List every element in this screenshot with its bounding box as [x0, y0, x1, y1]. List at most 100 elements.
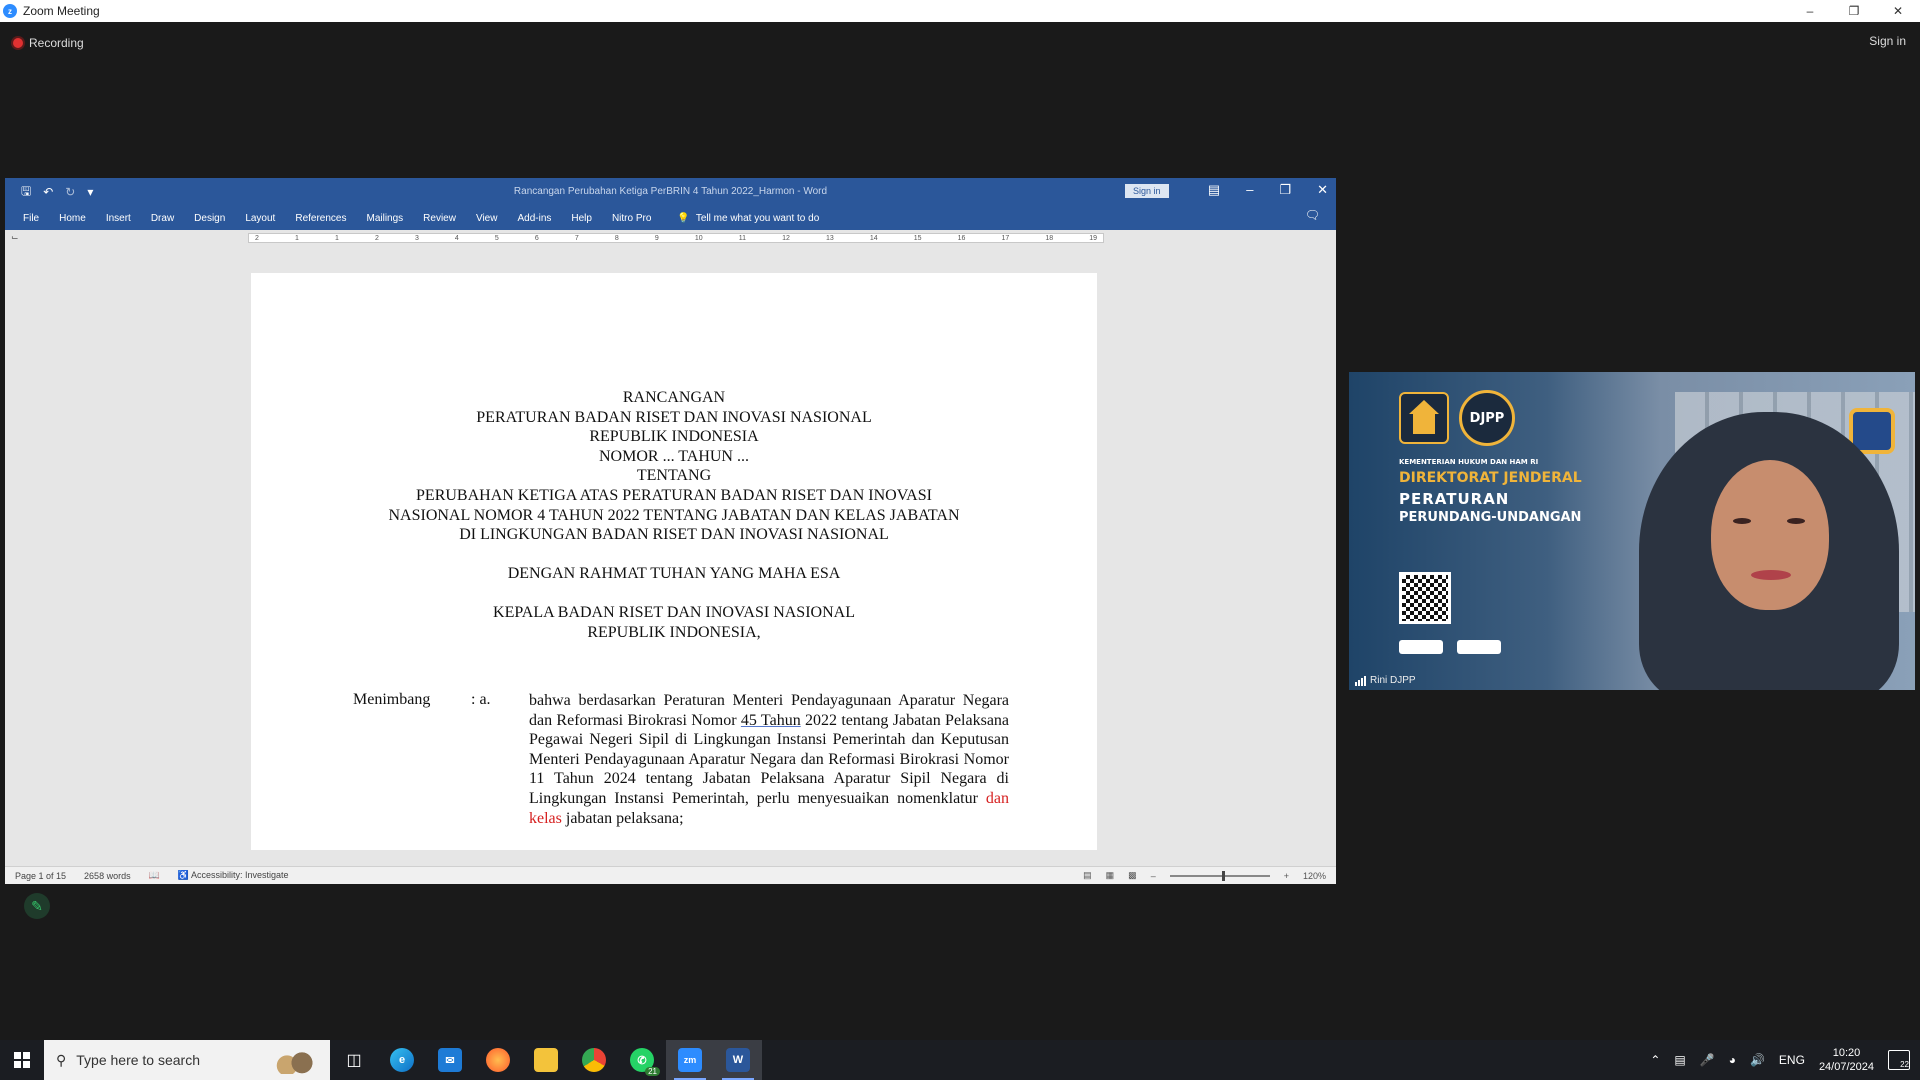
berakhlak-logo-icon — [1399, 640, 1443, 654]
taskbar-mail[interactable]: ✉ — [426, 1040, 474, 1080]
show-hidden-icons-icon[interactable]: ⌃ — [1650, 1053, 1660, 1067]
zoom-logo-icon: z — [3, 4, 17, 18]
taskbar-file-explorer[interactable] — [522, 1040, 570, 1080]
ruler-mark: 11 — [738, 235, 746, 242]
underlined-text: 45 Tahun — [740, 711, 801, 729]
zoom-level[interactable]: 120% — [1303, 871, 1326, 881]
horizontal-ruler[interactable]: 2 1 1 2 3 4 5 6 7 8 9 10 11 12 13 14 15 16 17 18 19 — [248, 233, 1104, 243]
search-highlight-image — [272, 1046, 322, 1074]
taskbar-whatsapp[interactable]: ✆ 21 — [618, 1040, 666, 1080]
restore-button[interactable]: ❐ — [1832, 0, 1876, 22]
heading-line: TENTANG — [636, 467, 712, 485]
print-layout-icon[interactable]: ▦ — [1106, 870, 1115, 881]
system-tray: ⌃ ▤ 🎤 ◕ 🔊 ENG 10:20 24/07/2024 22 — [1650, 1040, 1920, 1080]
proofing-icon[interactable]: 📖 — [149, 870, 160, 881]
task-view-button[interactable]: ◫ — [330, 1040, 378, 1080]
heading-line: PERATURAN BADAN RISET DAN INOVASI NASION… — [476, 408, 872, 426]
zoom-sign-in-link[interactable]: Sign in — [1869, 34, 1906, 48]
language-indicator[interactable]: ENG — [1779, 1053, 1805, 1067]
tab-references[interactable]: References — [295, 213, 346, 224]
head-block: KEPALA BADAN RISET DAN INOVASI NASIONAL … — [251, 603, 1097, 642]
accessibility-status[interactable]: ♿ Accessibility: Investigate — [178, 870, 289, 881]
zoom-in-icon[interactable]: + — [1284, 871, 1289, 881]
taskbar-search[interactable]: ⚲ Type here to search — [44, 1040, 330, 1080]
org-line-2: PERATURAN — [1399, 490, 1510, 508]
menimbang-label: Menimbang — [353, 691, 431, 708]
network-icon[interactable]: ◕ — [1729, 1053, 1736, 1067]
clock-date: 24/07/2024 — [1818, 1061, 1874, 1073]
ruler-mark: 16 — [957, 235, 966, 242]
comments-icon[interactable]: 🗨 — [1305, 208, 1320, 222]
tab-file[interactable]: File — [23, 213, 39, 224]
tab-selector-icon[interactable]: ⌙ — [11, 232, 19, 243]
tab-mailings[interactable]: Mailings — [366, 213, 403, 224]
tab-nitro-pro[interactable]: Nitro Pro — [612, 213, 651, 224]
tab-add-ins[interactable]: Add-ins — [517, 213, 551, 224]
minimize-button[interactable]: – — [1788, 0, 1832, 22]
heading-line: NOMOR ... TAHUN ... — [599, 447, 749, 465]
volume-icon[interactable]: 🔊 — [1750, 1053, 1765, 1067]
ministry-logo-icon — [1399, 392, 1449, 444]
tab-review[interactable]: Review — [423, 213, 456, 224]
word-icon: W — [726, 1048, 750, 1072]
ruler-mark: 13 — [825, 235, 834, 242]
task-view-icon: ◫ — [346, 1052, 362, 1069]
qr-code-icon — [1399, 572, 1451, 624]
ruler-mark: 12 — [782, 235, 790, 242]
tab-help[interactable]: Help — [571, 213, 592, 224]
taskbar-word[interactable]: W — [714, 1040, 762, 1080]
participant-video-tile[interactable]: DJPP KEMENTERIAN HUKUM DAN HAM RI DIREKT… — [1349, 372, 1915, 690]
taskbar-edge[interactable]: e — [378, 1040, 426, 1080]
word-close-button[interactable]: ✕ — [1317, 182, 1328, 198]
windows-taskbar: ⚲ Type here to search ◫ e ✉ ✆ 21 zm W ⌃ … — [0, 1040, 1920, 1080]
notification-count: 22 — [1900, 1060, 1909, 1069]
zoom-titlebar: z Zoom Meeting – ❐ ✕ — [0, 0, 1920, 22]
notification-center-icon[interactable]: 22 — [1888, 1050, 1910, 1070]
org-line-3: PERUNDANG-UNDANGAN — [1399, 510, 1582, 525]
tab-view[interactable]: View — [476, 213, 498, 224]
tab-insert[interactable]: Insert — [106, 213, 131, 224]
word-restore-button[interactable]: ❐ — [1279, 182, 1291, 198]
firefox-icon — [486, 1048, 510, 1072]
recording-indicator[interactable]: Recording — [13, 36, 84, 50]
word-minimize-button[interactable]: – — [1246, 182, 1253, 198]
tab-layout[interactable]: Layout — [245, 213, 275, 224]
document-page[interactable]: RANCANGAN PERATURAN BADAN RISET DAN INOVA… — [251, 273, 1097, 850]
annotate-pen-icon[interactable]: ✎ — [24, 893, 50, 919]
window-title: Zoom Meeting — [23, 4, 100, 18]
tab-home[interactable]: Home — [59, 213, 86, 224]
tell-me-search[interactable]: 💡 Tell me what you want to do — [677, 213, 819, 224]
paragraph-text: jabatan pelaksana; — [561, 809, 684, 827]
record-dot-icon — [13, 38, 23, 48]
taskbar-zoom[interactable]: zm — [666, 1040, 714, 1080]
device-icon[interactable]: ▤ — [1674, 1053, 1685, 1067]
taskbar-chrome[interactable] — [570, 1040, 618, 1080]
taskbar-firefox[interactable] — [474, 1040, 522, 1080]
web-layout-icon[interactable]: ▩ — [1128, 870, 1137, 881]
ribbon-display-icon[interactable]: ▤ — [1208, 182, 1220, 198]
ruler-mark: 14 — [869, 235, 878, 242]
zoom-out-icon[interactable]: – — [1151, 871, 1156, 881]
zoom-slider[interactable] — [1169, 870, 1270, 881]
ruler-mark: 1 — [294, 235, 299, 242]
head-line: KEPALA BADAN RISET DAN INOVASI NASIONAL — [493, 604, 855, 621]
word-count[interactable]: 2658 words — [84, 871, 131, 881]
word-sign-in-button[interactable]: Sign in — [1125, 184, 1169, 198]
taskbar-clock[interactable]: 10:20 24/07/2024 — [1819, 1046, 1874, 1074]
ruler-row: ⌙ 2 1 1 2 3 4 5 6 7 8 9 10 11 12 13 14 15 16 17 18 19 — [5, 230, 1336, 246]
search-icon: ⚲ — [56, 1051, 67, 1068]
microphone-icon[interactable]: 🎤 — [1700, 1053, 1715, 1067]
heading-line: NASIONAL NOMOR 4 TAHUN 2022 TENTANG JABA… — [388, 506, 960, 524]
recording-label: Recording — [29, 36, 84, 50]
tab-design[interactable]: Design — [194, 213, 225, 224]
page-count[interactable]: Page 1 of 15 — [15, 871, 66, 881]
blessing-line: DENGAN RAHMAT TUHAN YANG MAHA ESA — [507, 565, 841, 582]
ruler-mark: 3 — [414, 235, 419, 242]
participant-person — [1639, 412, 1899, 690]
read-mode-icon[interactable]: ▤ — [1083, 870, 1092, 881]
start-button[interactable] — [0, 1040, 44, 1080]
ruler-mark: 5 — [494, 235, 499, 242]
tab-draw[interactable]: Draw — [151, 213, 174, 224]
tell-me-label: Tell me what you want to do — [695, 212, 820, 224]
close-button[interactable]: ✕ — [1876, 0, 1920, 22]
